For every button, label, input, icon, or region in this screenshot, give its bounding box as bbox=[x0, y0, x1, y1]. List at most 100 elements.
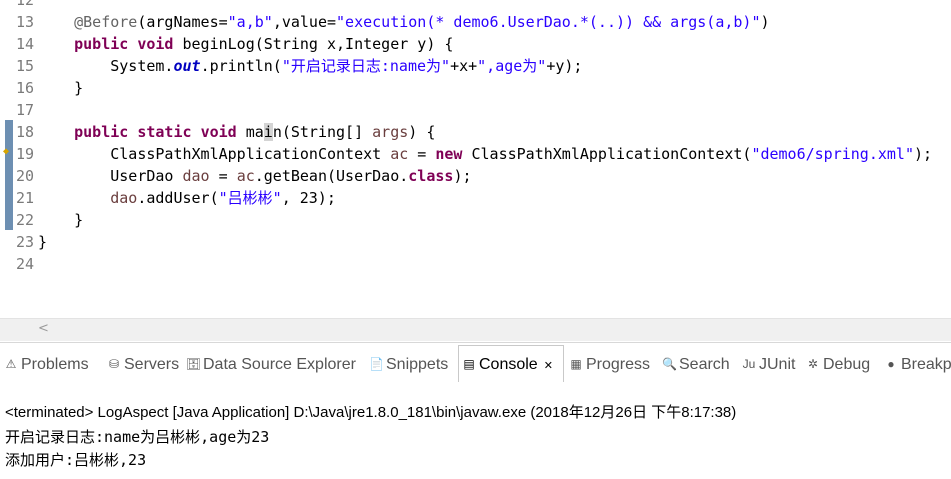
code-line[interactable]: public void beginLog(String x,Integer y)… bbox=[38, 33, 453, 55]
horizontal-scrollbar[interactable]: < bbox=[0, 318, 951, 341]
code-line[interactable]: dao.addUser("吕彬彬", 23); bbox=[38, 187, 336, 209]
console-icon: ▤ bbox=[463, 357, 475, 371]
data-source-icon: 🗄 bbox=[186, 357, 202, 371]
code-token: .println( bbox=[200, 57, 282, 75]
code-token: ac bbox=[236, 167, 255, 185]
code-token: } bbox=[38, 233, 48, 251]
close-icon[interactable]: ✕ bbox=[544, 360, 553, 372]
code-token: class bbox=[408, 167, 454, 185]
code-token: .addUser( bbox=[137, 189, 219, 207]
code-token: ac bbox=[390, 145, 409, 163]
code-token: static bbox=[137, 123, 192, 141]
tab-label: Debug bbox=[823, 356, 871, 373]
code-line[interactable]: } bbox=[38, 77, 83, 99]
tab-label: Data Source Explorer bbox=[203, 356, 356, 373]
line-number: 19 bbox=[15, 145, 34, 163]
code-line[interactable]: } bbox=[38, 209, 83, 231]
tab-breakp[interactable]: ● Breakp bbox=[884, 354, 951, 374]
code-token: (argNames= bbox=[137, 13, 228, 31]
code-token: } bbox=[38, 79, 84, 97]
code-token: ) bbox=[760, 13, 770, 31]
servers-icon: ⛁ bbox=[108, 357, 120, 371]
code-line[interactable]: } bbox=[38, 231, 47, 253]
console-status-line: <terminated> LogAspect [Java Application… bbox=[5, 404, 737, 421]
code-token: ); bbox=[914, 145, 933, 163]
code-token: System. bbox=[38, 57, 174, 75]
tab-search[interactable]: 🔍 Search bbox=[662, 354, 730, 374]
code-line[interactable]: System.out.println("开启记录日志:name为"+x+",ag… bbox=[38, 55, 582, 77]
tab-data-source-explorer[interactable]: 🗄 Data Source Explorer bbox=[186, 354, 356, 374]
code-line[interactable]: @Before(argNames="a,b",value="execution(… bbox=[38, 11, 770, 33]
code-token: void bbox=[137, 35, 174, 53]
code-editor[interactable]: ◆ 12 13 14 15 16 17 18 19 20 21 22 23 24 @Before(arg… bbox=[0, 0, 951, 342]
tab-label: Problems bbox=[21, 356, 89, 373]
tab-console[interactable]: ▤ Console ✕ bbox=[462, 354, 553, 374]
code-token: "execution(* demo6.UserDao.*(..)) && arg… bbox=[336, 13, 761, 31]
tab-progress[interactable]: ▦ Progress bbox=[569, 354, 650, 374]
code-line[interactable]: ClassPathXmlApplicationContext ac = new … bbox=[38, 143, 932, 165]
code-token: dao bbox=[182, 167, 210, 185]
line-number: 15 bbox=[15, 57, 34, 75]
snippets-icon: 📄 bbox=[369, 357, 384, 371]
code-token: "demo6/spring.xml" bbox=[751, 145, 914, 163]
line-number: 22 bbox=[15, 211, 34, 229]
code-token: "开启记录日志:name为" bbox=[281, 57, 451, 75]
breakpoints-icon: ● bbox=[887, 357, 895, 371]
code-token: ) { bbox=[408, 123, 436, 141]
tab-junit[interactable]: Ju JUnit bbox=[742, 354, 796, 374]
code-token: dao bbox=[110, 189, 138, 207]
tab-label: Search bbox=[679, 356, 730, 373]
tab-debug[interactable]: ✲ Debug bbox=[806, 354, 870, 374]
line-number: 13 bbox=[15, 13, 34, 31]
tab-label: JUnit bbox=[759, 356, 796, 373]
code-token: out bbox=[173, 57, 201, 75]
line-number: 14 bbox=[15, 35, 34, 53]
tab-servers[interactable]: ⛁ Servers bbox=[107, 354, 179, 374]
code-token: +x+ bbox=[450, 57, 478, 75]
tab-snippets[interactable]: 📄 Snippets bbox=[369, 354, 448, 374]
debug-icon: ✲ bbox=[807, 357, 819, 371]
code-token: beginLog(String x,Integer y) { bbox=[173, 35, 454, 53]
code-token: = bbox=[408, 145, 436, 163]
code-token: UserDao bbox=[38, 167, 183, 185]
code-line[interactable]: UserDao dao = ac.getBean(UserDao.class); bbox=[38, 165, 471, 187]
code-token: = bbox=[209, 167, 237, 185]
line-number: 18 bbox=[15, 123, 34, 141]
console-view[interactable]: <terminated> LogAspect [Java Application… bbox=[0, 383, 951, 479]
code-token: ,value= bbox=[272, 13, 337, 31]
code-token: n(String[] bbox=[272, 123, 373, 141]
code-token: @Before bbox=[74, 13, 138, 31]
tab-label: Progress bbox=[586, 356, 651, 373]
progress-icon: ▦ bbox=[570, 357, 582, 371]
line-number: 21 bbox=[15, 189, 34, 207]
code-token: i bbox=[263, 123, 273, 141]
search-icon: 🔍 bbox=[662, 357, 677, 371]
line-number: 17 bbox=[15, 101, 34, 119]
code-token: void bbox=[200, 123, 237, 141]
code-line[interactable]: public static void main(String[] args) { bbox=[38, 121, 435, 143]
view-tab-bar: ⚠ Problems ⛁ Servers 🗄 Data Source Explorer 📄 S… bbox=[0, 342, 951, 384]
code-token: "a,b" bbox=[227, 13, 273, 31]
tab-label: Console bbox=[479, 356, 538, 373]
scroll-left-arrow[interactable]: < bbox=[38, 321, 49, 336]
junit-icon: Ju bbox=[742, 357, 756, 371]
console-output-line-2: 添加用户:吕彬彬,23 bbox=[5, 451, 147, 469]
tab-problems[interactable]: ⚠ Problems bbox=[4, 354, 89, 374]
code-token: public bbox=[74, 123, 129, 141]
line-number-ruler: ◆ 12 13 14 15 16 17 18 19 20 21 22 23 24 bbox=[0, 0, 38, 320]
tab-label: Breakp bbox=[901, 356, 951, 373]
tab-label: Snippets bbox=[386, 356, 449, 373]
code-token: "吕彬彬" bbox=[218, 189, 282, 207]
code-token: ma bbox=[236, 123, 264, 141]
code-token: new bbox=[435, 145, 463, 163]
tab-label: Servers bbox=[124, 356, 180, 373]
problems-icon: ⚠ bbox=[5, 357, 17, 371]
code-token: } bbox=[38, 211, 84, 229]
code-token: , 23); bbox=[281, 189, 336, 207]
line-number: 23 bbox=[15, 233, 34, 251]
